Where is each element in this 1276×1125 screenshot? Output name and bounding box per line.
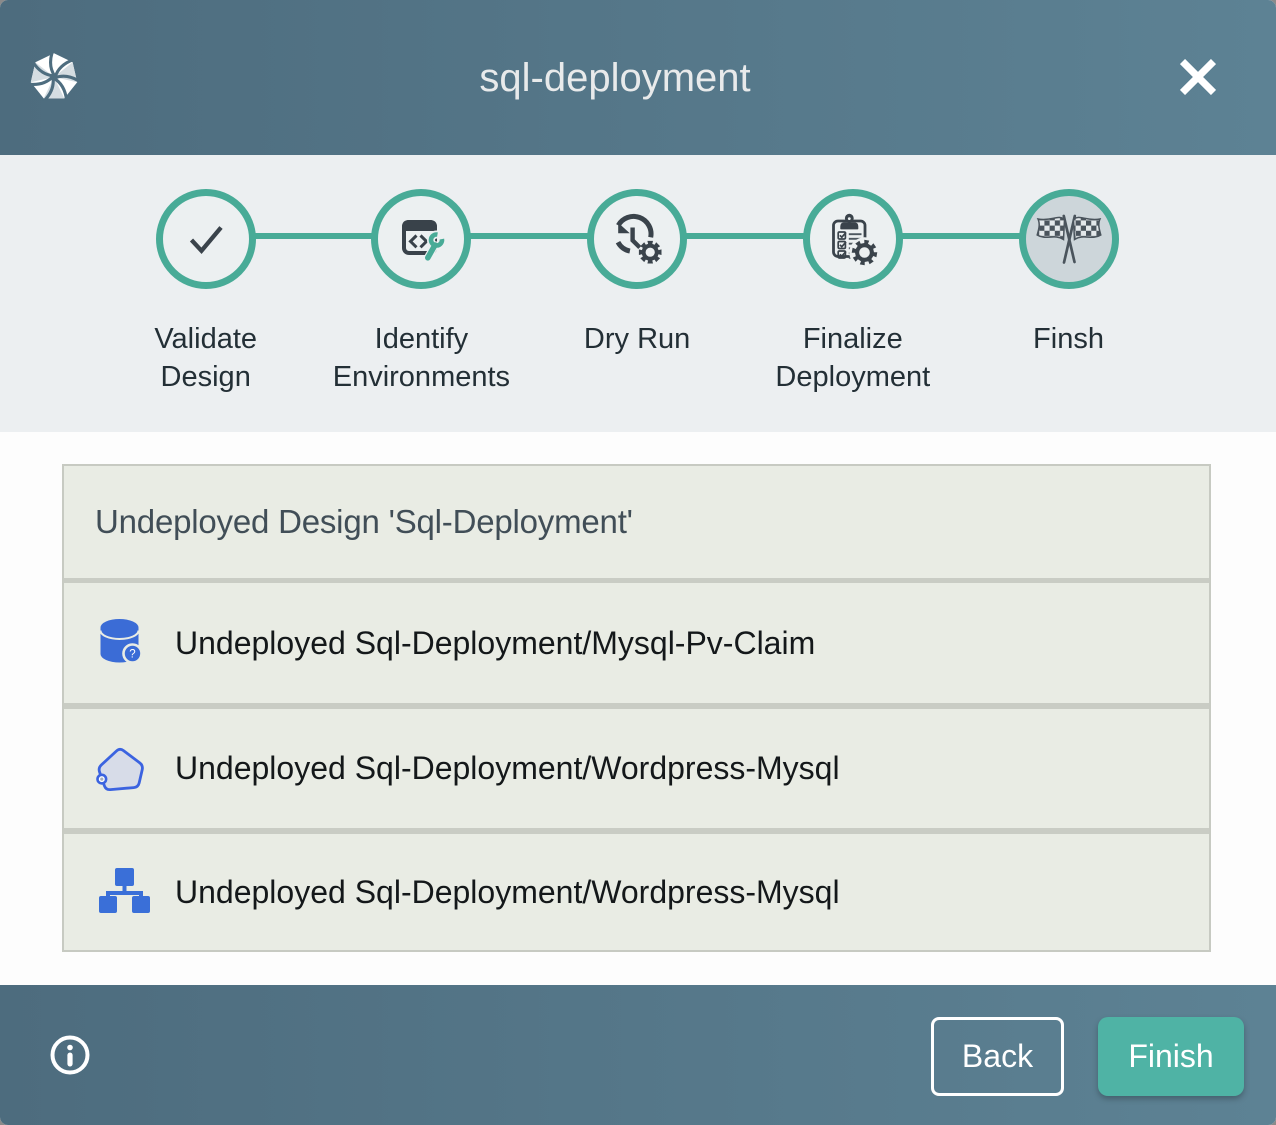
svg-text:?: ? (129, 649, 135, 661)
